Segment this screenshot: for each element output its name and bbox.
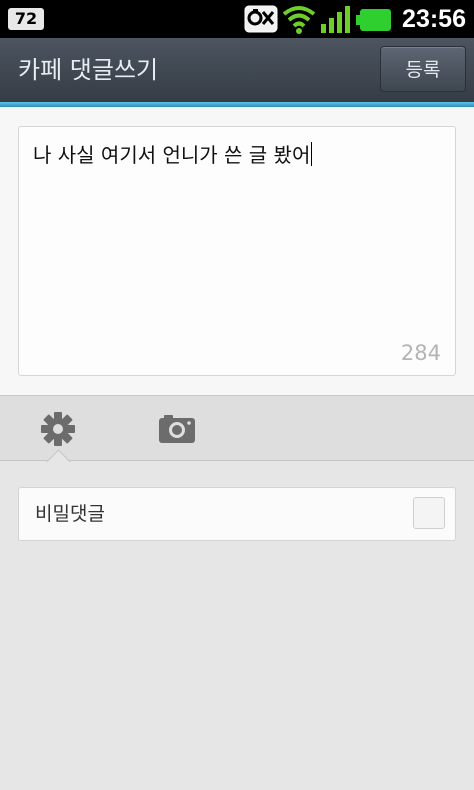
comment-text: 나 사실 여기서 언니가 쓴 글 봤어 <box>33 141 313 169</box>
compose-panel: 나 사실 여기서 언니가 쓴 글 봤어 284 <box>0 107 474 395</box>
secret-comment-label: 비밀댓글 <box>35 503 105 525</box>
notification-badge: 72 <box>8 8 44 30</box>
secret-comment-checkbox[interactable] <box>413 497 445 529</box>
character-count: 284 <box>400 341 441 365</box>
clock: 23:56 <box>402 5 466 33</box>
page-title: 카페 댓글쓰기 <box>18 56 159 84</box>
comment-text-value: 나 사실 여기서 언니가 쓴 글 봤어 <box>33 143 311 167</box>
attachment-tab-bar <box>0 395 474 461</box>
sync-error-icon <box>244 5 278 33</box>
status-bar: 72 23:56 <box>0 0 474 38</box>
gear-icon[interactable] <box>40 411 76 447</box>
secret-comment-row[interactable]: 비밀댓글 <box>18 487 456 541</box>
battery-icon <box>356 9 391 31</box>
camera-icon[interactable] <box>158 413 196 445</box>
register-button[interactable]: 등록 <box>380 46 466 92</box>
wifi-icon <box>282 6 316 34</box>
comment-text-field[interactable]: 나 사실 여기서 언니가 쓴 글 봤어 284 <box>18 126 456 376</box>
title-bar: 카페 댓글쓰기 등록 <box>0 38 474 102</box>
signal-icon <box>321 6 350 33</box>
text-caret <box>311 142 313 166</box>
